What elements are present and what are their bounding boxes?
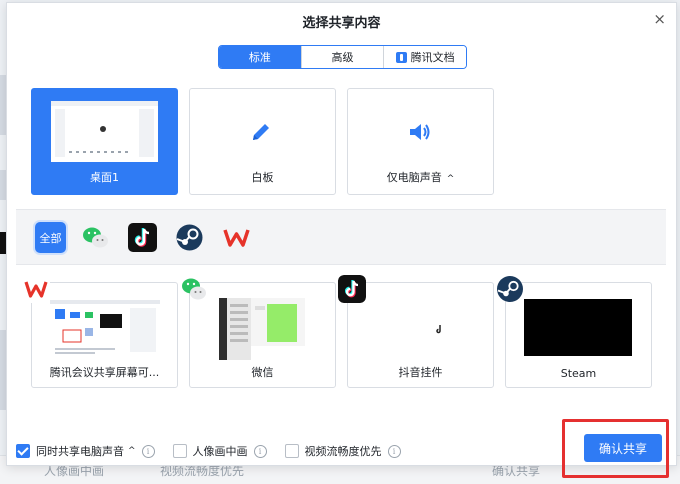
tencent-docs-icon [395, 51, 407, 63]
share-options: 同时共享电脑声音 ^ i 人像画中画 i 视频流畅度优先 i [16, 443, 419, 459]
share-card-desktop[interactable]: 桌面1 [31, 88, 178, 195]
window-card-steam[interactable]: Steam [497, 276, 652, 388]
wps-icon [22, 275, 50, 303]
option-video-smoothness[interactable]: 视频流畅度优先 i [284, 443, 401, 459]
checkbox[interactable] [16, 444, 30, 458]
checkbox[interactable] [172, 444, 187, 458]
wechat-icon [182, 278, 206, 300]
dialog-title: 选择共享内容 [302, 16, 381, 31]
window-thumbnail [50, 300, 160, 358]
chevron-up-icon[interactable]: ^ [447, 174, 455, 184]
tab-label: 高级 [331, 51, 354, 64]
tab-standard[interactable]: 标准 [219, 46, 302, 68]
chevron-up-icon[interactable]: ^ [128, 446, 136, 456]
share-card-whiteboard[interactable]: 白板 [189, 88, 336, 195]
window-card-wps[interactable]: 腾讯会议共享屏幕可... [22, 275, 178, 388]
share-card-computer-audio[interactable]: 仅电脑声音 ^ [347, 88, 494, 195]
info-icon[interactable]: i [387, 444, 401, 458]
window-card-label: 抖音挂件 [398, 366, 443, 379]
share-mode-tabs: 标准 高级 腾讯文档 [218, 45, 467, 69]
app-filter-bar: 全部 [16, 209, 666, 265]
tab-tencent-docs[interactable]: 腾讯文档 [384, 46, 466, 68]
share-card-label: 桌面1 [90, 171, 119, 184]
option-label: 人像画中画 [192, 445, 248, 458]
info-icon[interactable]: i [253, 444, 267, 458]
option-portrait-pip[interactable]: 人像画中画 i [172, 443, 267, 459]
wps-icon[interactable] [221, 222, 252, 253]
window-thumbnail [219, 298, 305, 360]
desktop-thumbnail [51, 101, 158, 162]
wechat-icon[interactable] [80, 222, 111, 253]
pen-icon [253, 124, 269, 140]
tiktok-widget-icon [436, 325, 441, 334]
tab-label: 腾讯文档 [410, 51, 455, 64]
window-card-label: 微信 [251, 366, 274, 379]
share-dialog: 选择共享内容 × 标准 高级 腾讯文档 桌面1 白板 仅电脑声音 ^ 全部 腾讯… [6, 2, 677, 466]
filter-all-button[interactable]: 全部 [35, 222, 66, 253]
option-label: 视频流畅度优先 [304, 445, 382, 458]
tiktok-icon[interactable] [127, 222, 158, 253]
steam-icon[interactable] [174, 222, 205, 253]
share-card-label: 白板 [251, 171, 274, 184]
share-card-label: 仅电脑声音 ^ [348, 169, 493, 185]
checkbox[interactable] [284, 444, 299, 458]
window-card-label: Steam [560, 367, 597, 380]
window-card-tiktok[interactable]: 抖音挂件 [338, 275, 494, 388]
info-icon[interactable]: i [141, 444, 155, 458]
option-label: 同时共享电脑声音 [36, 445, 124, 458]
speaker-icon [410, 124, 430, 140]
tab-label: 标准 [248, 51, 271, 64]
tiktok-icon [338, 275, 366, 303]
window-thumbnail [524, 299, 632, 356]
window-card-wechat[interactable]: 微信 [182, 278, 336, 388]
filter-all-label: 全部 [39, 231, 62, 245]
tab-advanced[interactable]: 高级 [301, 46, 385, 68]
share-card-label-text: 仅电脑声音 [386, 171, 442, 184]
window-card-label: 腾讯会议共享屏幕可... [49, 366, 160, 379]
option-share-computer-audio[interactable]: 同时共享电脑声音 ^ i [16, 443, 155, 459]
close-icon[interactable]: × [653, 11, 666, 27]
highlight-box [562, 419, 669, 478]
steam-icon [497, 276, 523, 302]
